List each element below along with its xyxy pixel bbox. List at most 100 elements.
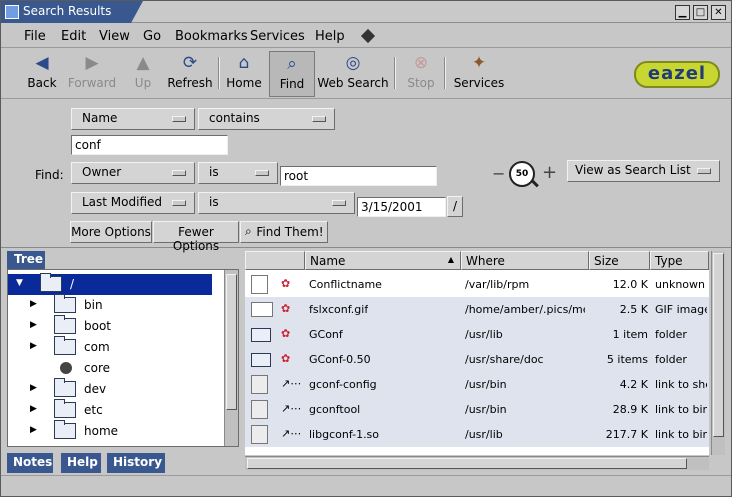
criterion-1-op-value: contains — [209, 111, 260, 125]
calendar-button[interactable]: / — [447, 196, 463, 217]
zoom-out-button[interactable]: − — [492, 164, 505, 183]
sidebar-tabs: Notes Help History — [7, 453, 239, 473]
collapsed-triangle-icon[interactable]: ▶ — [30, 383, 37, 393]
criterion-1-field-select[interactable]: Name — [71, 108, 195, 130]
find-button[interactable]: ⌕ Find — [269, 51, 315, 97]
column-icons[interactable] — [245, 251, 305, 270]
window-title-tab[interactable]: Search Results — [1, 1, 143, 23]
tab-notes[interactable]: Notes — [7, 453, 53, 473]
eazel-logo[interactable]: eazel — [634, 61, 720, 88]
table-row[interactable]: ✿ GConf-0.50 /usr/share/doc 5 items fold… — [245, 347, 709, 372]
sort-ascending-icon: ▲ — [447, 255, 454, 264]
zoom-level-magnifier-icon[interactable]: 50 — [509, 161, 535, 187]
tree-item-label: home — [84, 424, 119, 438]
find-label: Find — [279, 77, 305, 91]
results-scroll-thumb[interactable] — [713, 253, 724, 437]
tree-scroll-thumb[interactable] — [226, 274, 237, 410]
window-menu-icon[interactable] — [5, 5, 19, 19]
emblem-icon: ✿ — [281, 302, 291, 315]
stop-button[interactable]: ⊗ Stop — [403, 51, 439, 97]
refresh-button[interactable]: ⟳ Refresh — [165, 51, 215, 97]
table-row[interactable]: ↗⋯ gconf-config /usr/bin 4.2 K link to s… — [245, 372, 709, 397]
column-size[interactable]: Size — [589, 251, 650, 270]
table-row[interactable]: ✿ fslxconf.gif /home/amber/.pics/med 2.5… — [245, 297, 709, 322]
cell-type: folder — [655, 353, 687, 366]
window-title: Search Results — [23, 4, 112, 18]
bomb-icon — [60, 362, 72, 374]
table-row[interactable]: ✿ Conflictname /var/lib/rpm 12.0 K unkno… — [245, 272, 709, 297]
criterion-2-field-select[interactable]: Owner — [71, 162, 195, 184]
tree-item-root[interactable]: ▼ / — [8, 273, 212, 295]
column-where[interactable]: Where — [461, 251, 589, 270]
collapsed-triangle-icon[interactable]: ▶ — [30, 425, 37, 435]
table-row[interactable]: ↗⋯ gconftool /usr/bin 28.9 K link to bin… — [245, 397, 709, 422]
more-options-button[interactable]: More Options — [70, 221, 152, 243]
back-button[interactable]: ◀ Back — [21, 51, 63, 97]
menu-help[interactable]: Help — [315, 29, 345, 44]
table-row[interactable]: ↗⋯ libgconf-1.so /usr/lib 217.7 K link t… — [245, 422, 709, 447]
link-arrow-icon: ↗⋯ — [281, 377, 302, 390]
collapsed-triangle-icon[interactable]: ▶ — [30, 320, 37, 330]
menu-bookmarks[interactable]: Bookmarks — [175, 29, 248, 44]
criterion-3-field-select[interactable]: Last Modified — [71, 192, 195, 214]
services-icon: ✦ — [471, 53, 487, 73]
magnifier-icon: ⌕ — [287, 54, 297, 74]
tab-tree[interactable]: Tree — [7, 251, 45, 269]
fewer-options-button[interactable]: Fewer Options — [153, 221, 239, 253]
criterion-3-field-value: Last Modified — [82, 195, 163, 209]
criterion-3-op-select[interactable]: is — [198, 192, 355, 214]
cell-size: 217.7 K — [605, 428, 648, 441]
view-as-select[interactable]: View as Search List — [567, 160, 720, 182]
results-hscroll-thumb[interactable] — [247, 458, 687, 469]
refresh-label: Refresh — [167, 76, 213, 90]
zoom-in-button[interactable]: + — [542, 162, 557, 183]
tab-history[interactable]: History — [107, 453, 165, 473]
collapsed-triangle-icon[interactable]: ▶ — [30, 341, 37, 351]
status-bar — [1, 475, 731, 496]
column-name[interactable]: Name ▲ — [305, 251, 461, 270]
close-button[interactable]: ✕ — [711, 5, 726, 20]
menu-go[interactable]: Go — [143, 29, 161, 44]
collapsed-triangle-icon[interactable]: ▶ — [30, 404, 37, 414]
refresh-icon: ⟳ — [182, 53, 198, 73]
criterion-2-op-select[interactable]: is — [198, 162, 278, 184]
title-bar[interactable]: Search Results ▁ □ ✕ — [1, 1, 731, 23]
results-body[interactable]: ✿ Conflictname /var/lib/rpm 12.0 K unkno… — [245, 270, 709, 455]
collapsed-triangle-icon[interactable]: ▶ — [30, 299, 37, 309]
results-vertical-scrollbar[interactable] — [711, 251, 725, 455]
menu-edit[interactable]: Edit — [61, 29, 86, 44]
minimize-button[interactable]: ▁ — [675, 5, 690, 20]
menu-services[interactable]: Services — [250, 29, 305, 44]
option-indicator — [255, 170, 269, 176]
tab-help[interactable]: Help — [61, 453, 101, 473]
maximize-button[interactable]: □ — [693, 5, 708, 20]
column-type[interactable]: Type — [650, 251, 709, 270]
cell-type: link to binar — [655, 403, 707, 416]
tree-vertical-scrollbar[interactable] — [224, 270, 238, 446]
services-button[interactable]: ✦ Services — [451, 51, 507, 97]
table-row[interactable]: ✿ GConf /usr/lib 1 item folder — [245, 322, 709, 347]
criterion-1-text-input[interactable]: conf — [71, 135, 228, 155]
criterion-1-op-select[interactable]: contains — [198, 108, 335, 130]
criterion-2-text-input[interactable]: root — [280, 166, 437, 186]
cell-size: 4.2 K — [619, 378, 648, 391]
home-button[interactable]: ⌂ Home — [223, 51, 265, 97]
web-search-button[interactable]: ◎ Web Search — [317, 51, 389, 97]
list-header: Name ▲ Where Size Type — [245, 251, 709, 270]
tree-view[interactable]: ▼ / ▶ bin ▶ boot ▶ com core ▶ dev ▶ etc … — [7, 269, 239, 447]
find-them-button[interactable]: ⌕ Find Them! — [240, 221, 328, 243]
gear-file-icon — [251, 425, 268, 444]
menu-view[interactable]: View — [99, 29, 130, 44]
stop-label: Stop — [407, 76, 435, 90]
menu-file[interactable]: File — [24, 29, 46, 44]
up-button[interactable]: ▲ Up — [127, 51, 159, 97]
expanded-triangle-icon[interactable]: ▼ — [16, 278, 23, 288]
cell-size: 1 item — [612, 328, 648, 341]
forward-button[interactable]: ▶ Forward — [67, 51, 117, 97]
find-them-label: Find Them! — [256, 225, 324, 239]
cell-where: /usr/share/doc — [465, 353, 544, 366]
results-horizontal-scrollbar[interactable] — [245, 456, 709, 470]
criterion-3-op-value: is — [209, 195, 219, 209]
date-input[interactable]: 3/15/2001 — [357, 197, 446, 217]
cell-size: 2.5 K — [619, 303, 648, 316]
